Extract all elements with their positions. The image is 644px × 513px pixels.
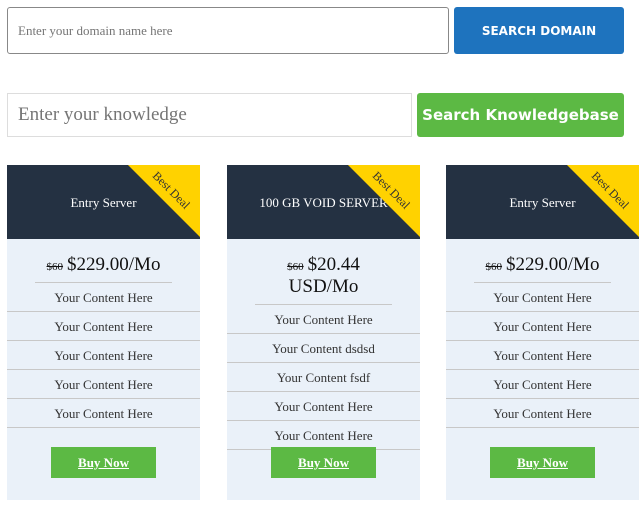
pricing-card: Entry Server Best Deal $60 $229.00/Mo You…	[446, 165, 639, 500]
feature-item: Your Content Here	[446, 283, 639, 312]
feature-item: Your Content Here	[446, 399, 639, 428]
feature-item: Your Content Here	[227, 392, 420, 421]
feature-item: Your Content Here	[446, 341, 639, 370]
plan-price: $60 $229.00/Mo	[474, 254, 611, 283]
plan-title: Entry Server	[509, 195, 576, 210]
feature-item: Your Content Here	[7, 399, 200, 428]
old-price: $60	[46, 261, 64, 273]
feature-item: Your Content Here	[227, 421, 420, 450]
search-knowledgebase-button[interactable]: Search Knowledgebase	[417, 93, 624, 137]
feature-item: Your Content fsdf	[227, 363, 420, 392]
current-price: $229.00/Mo	[506, 254, 600, 275]
old-price: $60	[287, 261, 304, 273]
knowledge-search-input[interactable]	[7, 93, 412, 137]
plan-price: $60 $229.00/Mo	[35, 254, 172, 283]
current-price: $229.00/Mo	[67, 254, 161, 275]
buy-now-button[interactable]: Buy Now	[271, 447, 376, 478]
pricing-card: 100 GB VOID SERVER Best Deal $60 $20.44 U…	[227, 165, 420, 500]
feature-item: Your Content Here	[7, 312, 200, 341]
plan-price: $60 $20.44 USD/Mo	[255, 254, 392, 305]
old-price: $60	[485, 261, 503, 273]
feature-item: Your Content Here	[227, 305, 420, 334]
domain-search-input[interactable]	[7, 7, 449, 54]
feature-item: Your Content Here	[446, 370, 639, 399]
search-domain-button[interactable]: SEARCH DOMAIN	[454, 7, 624, 54]
buy-now-button[interactable]: Buy Now	[490, 447, 595, 478]
feature-item: Your Content Here	[7, 341, 200, 370]
feature-item: Your Content Here	[7, 283, 200, 312]
feature-item: Your Content Here	[446, 312, 639, 341]
pricing-card: Entry Server Best Deal $60 $229.00/Mo You…	[7, 165, 200, 500]
buy-now-button[interactable]: Buy Now	[51, 447, 156, 478]
feature-item: Your Content dsdsd	[227, 334, 420, 363]
plan-title: Entry Server	[70, 195, 137, 210]
feature-item: Your Content Here	[7, 370, 200, 399]
